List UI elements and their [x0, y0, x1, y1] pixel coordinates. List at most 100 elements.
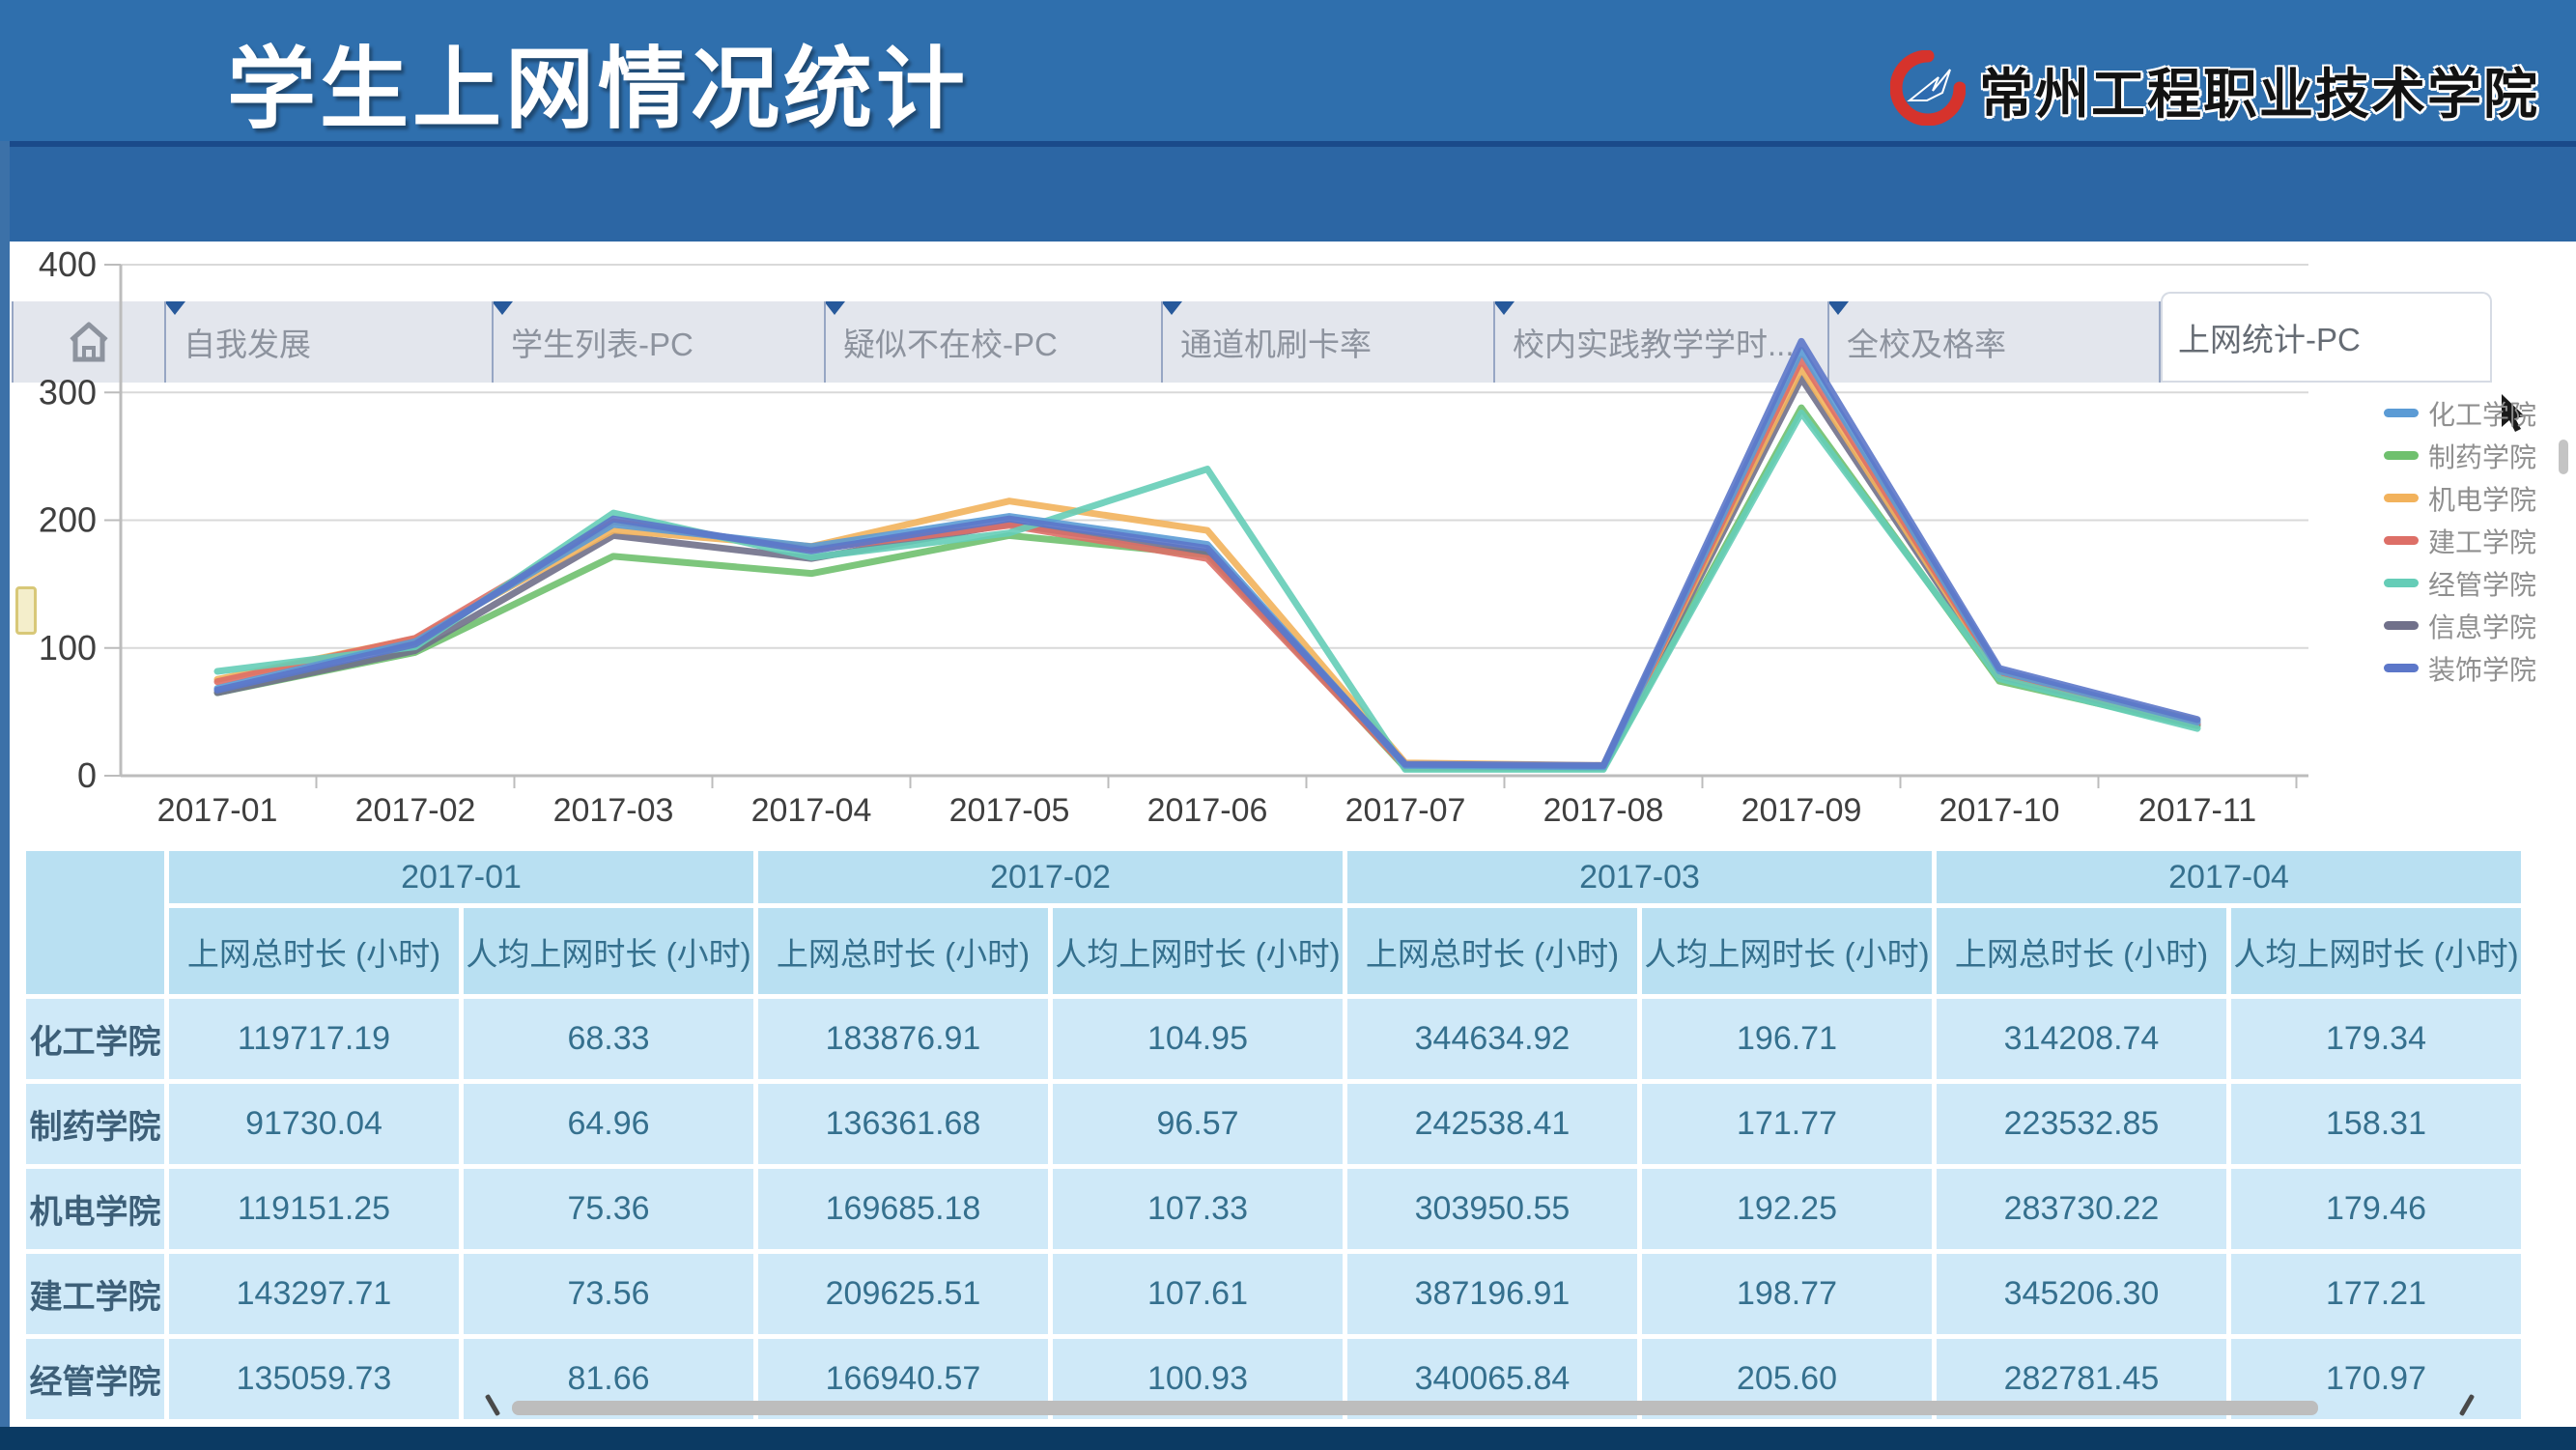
college-name-cell: 化工学院: [26, 999, 164, 1079]
table-cell: 169685.18: [758, 1169, 1048, 1249]
college-name-cell: 建工学院: [26, 1254, 164, 1334]
month-group-header: 2017-03: [1347, 851, 1932, 903]
table-cell: 64.96: [464, 1084, 753, 1164]
table-cell: 209625.51: [758, 1254, 1048, 1334]
x-axis-tick-label: 2017-06: [1147, 792, 1268, 829]
table-row: 建工学院143297.7173.56209625.51107.61387196.…: [26, 1254, 2521, 1334]
table-cell: 283730.22: [1937, 1169, 2226, 1249]
table-cell: 242538.41: [1347, 1084, 1637, 1164]
dashboard-root: 学生上网情况统计 常州工程职业技术学院 自我发展学生列表-PC疑似不在校-PC通…: [0, 0, 2576, 1450]
legend-marker: [2384, 536, 2419, 545]
table-cell: 345206.30: [1937, 1254, 2226, 1334]
x-axis-tick-label: 2017-10: [1939, 792, 2060, 829]
tab-bar: 自我发展学生列表-PC疑似不在校-PC通道机刷卡率校内实践教学学时...全校及格…: [0, 141, 2576, 242]
y-axis-tick-label: 0: [77, 755, 97, 795]
legend-item-装饰学院[interactable]: 装饰学院: [2384, 653, 2536, 683]
table-cell: 96.57: [1053, 1084, 1343, 1164]
table-cell: 196.71: [1642, 999, 1932, 1079]
table-cell: 223532.85: [1937, 1084, 2226, 1164]
vertical-scrollbar-thumb[interactable]: [2559, 440, 2568, 474]
table-cell: 387196.91: [1347, 1254, 1637, 1334]
subcolumn-header: 人均上网时长 (小时): [1642, 908, 1932, 994]
x-axis-tick-label: 2017-09: [1741, 792, 1862, 829]
table-cell: 192.25: [1642, 1169, 1932, 1249]
table-cell: 91730.04: [169, 1084, 459, 1164]
legend-label: 建工学院: [2428, 522, 2536, 560]
legend-marker: [2384, 664, 2419, 672]
x-axis-tick-label: 2017-01: [157, 792, 278, 829]
school-logo-text: 常州工程职业技术学院: [1979, 51, 2539, 129]
table-cell: 119717.19: [169, 999, 459, 1079]
month-group-header: 2017-04: [1937, 851, 2521, 903]
horizontal-scrollbar-thumb[interactable]: [512, 1401, 2318, 1415]
chart-legend: 化工学院制药学院机电学院建工学院经管学院信息学院装饰学院: [2384, 398, 2536, 683]
month-group-header: 2017-01: [169, 851, 753, 903]
subcolumn-header: 人均上网时长 (小时): [464, 908, 753, 994]
legend-item-机电学院[interactable]: 机电学院: [2384, 483, 2536, 513]
month-group-header: 2017-02: [758, 851, 1343, 903]
legend-item-化工学院[interactable]: 化工学院: [2384, 398, 2536, 428]
table-cell: 107.33: [1053, 1169, 1343, 1249]
left-panel-handle[interactable]: [15, 586, 37, 635]
chart-series-机电学院: [217, 368, 2197, 765]
page-header: 学生上网情况统计 常州工程职业技术学院: [0, 0, 2576, 143]
table-corner-cell: [26, 851, 164, 994]
legend-item-制药学院[interactable]: 制药学院: [2384, 441, 2536, 470]
table-cell: 303950.55: [1347, 1169, 1637, 1249]
legend-marker: [2384, 494, 2419, 502]
college-name-cell: 经管学院: [26, 1339, 164, 1419]
chart-series-建工学院: [217, 359, 2197, 767]
y-axis-tick-label: 300: [39, 372, 97, 412]
x-axis-tick-label: 2017-11: [2138, 792, 2256, 829]
table-cell: 158.31: [2231, 1084, 2521, 1164]
table-cell: 198.77: [1642, 1254, 1932, 1334]
table-cell: 75.36: [464, 1169, 753, 1249]
table-row: 制药学院91730.0464.96136361.6896.57242538.41…: [26, 1084, 2521, 1164]
x-axis-tick-label: 2017-03: [553, 792, 674, 829]
legend-marker: [2384, 409, 2419, 417]
table-cell: 143297.71: [169, 1254, 459, 1334]
legend-item-建工学院[interactable]: 建工学院: [2384, 526, 2536, 555]
legend-marker: [2384, 579, 2419, 587]
table-row: 化工学院119717.1968.33183876.91104.95344634.…: [26, 999, 2521, 1079]
subcolumn-header: 人均上网时长 (小时): [2231, 908, 2521, 994]
table-cell: 314208.74: [1937, 999, 2226, 1079]
table-cell: 179.34: [2231, 999, 2521, 1079]
legend-label: 装饰学院: [2428, 649, 2536, 688]
table-cell: 177.21: [2231, 1254, 2521, 1334]
x-axis-tick-label: 2017-04: [751, 792, 872, 829]
legend-label: 经管学院: [2428, 564, 2536, 603]
subcolumn-header: 上网总时长 (小时): [1937, 908, 2226, 994]
table-row: 机电学院119151.2575.36169685.18107.33303950.…: [26, 1169, 2521, 1249]
college-name-cell: 机电学院: [26, 1169, 164, 1249]
table-cell: 104.95: [1053, 999, 1343, 1079]
school-logo: 常州工程职业技术学院: [1890, 50, 2539, 130]
y-axis-tick-label: 400: [39, 244, 97, 284]
subcolumn-header: 人均上网时长 (小时): [1053, 908, 1343, 994]
legend-marker: [2384, 451, 2419, 460]
college-name-cell: 制药学院: [26, 1084, 164, 1164]
school-logo-icon: [1890, 50, 1966, 130]
table-cell: 119151.25: [169, 1169, 459, 1249]
table-cell: 107.61: [1053, 1254, 1343, 1334]
legend-label: 机电学院: [2428, 479, 2536, 518]
x-axis-tick-label: 2017-05: [949, 792, 1070, 829]
legend-item-经管学院[interactable]: 经管学院: [2384, 568, 2536, 598]
legend-item-信息学院[interactable]: 信息学院: [2384, 611, 2536, 640]
table-cell: 344634.92: [1347, 999, 1637, 1079]
subcolumn-header: 上网总时长 (小时): [758, 908, 1048, 994]
x-axis-tick-label: 2017-02: [355, 792, 476, 829]
usage-table: 2017-012017-022017-032017-04上网总时长 (小时)人均…: [21, 846, 2526, 1424]
table-cell: 183876.91: [758, 999, 1048, 1079]
legend-label: 化工学院: [2428, 394, 2536, 433]
legend-label: 信息学院: [2428, 607, 2536, 645]
legend-label: 制药学院: [2428, 437, 2536, 475]
table-cell: 179.46: [2231, 1169, 2521, 1249]
table-cell: 68.33: [464, 999, 753, 1079]
y-axis-tick-label: 100: [39, 628, 97, 668]
table-cell: 171.77: [1642, 1084, 1932, 1164]
table-cell: 136361.68: [758, 1084, 1048, 1164]
x-axis-tick-label: 2017-08: [1543, 792, 1664, 829]
page-title: 学生上网情况统计: [227, 17, 969, 146]
x-axis-tick-label: 2017-07: [1345, 792, 1466, 829]
